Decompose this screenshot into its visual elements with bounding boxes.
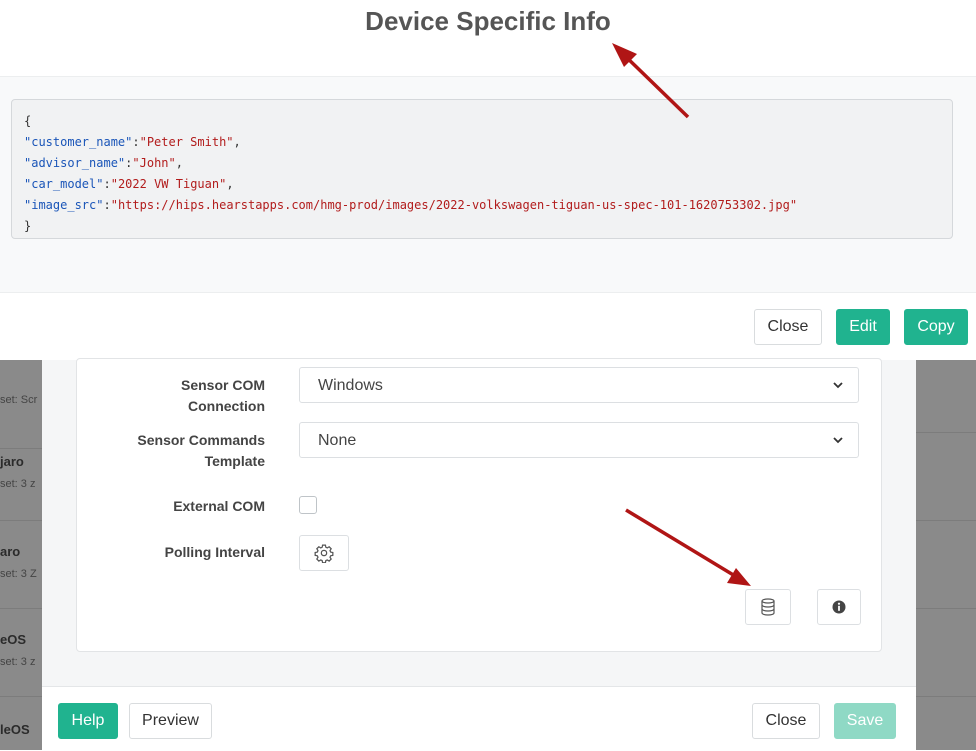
list-item-subtitle: set: 3 z — [0, 656, 36, 668]
json-key: "advisor_name" — [24, 156, 126, 170]
chevron-down-icon — [833, 437, 843, 444]
select-value: Windows — [318, 377, 383, 394]
label-line: Template — [204, 453, 265, 469]
list-item-subtitle: set: 3 z — [0, 478, 36, 490]
external-com-checkbox[interactable] — [299, 496, 317, 514]
modal-title: Device Specific Info — [365, 6, 611, 36]
polling-interval-label: Polling Interval — [164, 544, 265, 560]
divider — [916, 608, 976, 609]
select-value: None — [318, 432, 357, 449]
json-key: "customer_name" — [24, 135, 133, 149]
sensor-com-connection-label: Sensor COM Connection — [180, 377, 265, 414]
list-item[interactable]: jaro set: 3 z — [0, 432, 42, 521]
background-list: set: Scr jaro set: 3 z aro set: 3 Z eOS … — [0, 360, 42, 750]
gear-icon — [314, 544, 334, 563]
json-value: "https://hips.hearstapps.com/hmg-prod/im… — [110, 198, 798, 212]
json-value: "2022 VW Tiguan" — [110, 177, 227, 191]
modal-footer: Help Preview Close Save — [42, 686, 916, 751]
json-key: "image_src" — [24, 198, 104, 212]
json-section: { "customer_name":"Peter Smith", "adviso… — [0, 76, 976, 293]
divider — [916, 520, 976, 521]
external-com-label: External COM — [173, 498, 265, 514]
list-item[interactable]: aro set: 3 Z — [0, 520, 42, 609]
sensor-com-connection-select[interactable]: Windows — [299, 367, 859, 403]
json-value: "Peter Smith" — [139, 135, 234, 149]
copy-button[interactable]: Copy — [904, 309, 968, 345]
background-right — [916, 360, 976, 750]
sensor-commands-template-label: Sensor Commands Template — [115, 430, 265, 472]
divider — [916, 696, 976, 697]
help-button[interactable]: Help — [58, 703, 118, 739]
list-item-title: eOS — [0, 632, 27, 647]
database-icon — [761, 598, 775, 616]
json-code-block: { "customer_name":"Peter Smith", "adviso… — [11, 99, 953, 239]
list-item-subtitle: set: Scr — [0, 394, 38, 406]
close-button[interactable]: Close — [752, 703, 820, 739]
database-button[interactable] — [745, 589, 791, 625]
device-info-modal: Device Specific Info { "customer_name":"… — [0, 0, 976, 360]
preview-button[interactable]: Preview — [129, 703, 212, 739]
close-button[interactable]: Close — [754, 309, 822, 345]
list-item-title: leOS — [0, 722, 30, 737]
list-item-subtitle: set: 3 Z — [0, 568, 37, 580]
list-item[interactable]: leOS — [0, 696, 42, 750]
info-button[interactable] — [817, 589, 861, 625]
polling-interval-button[interactable] — [299, 535, 349, 571]
json-close-brace: } — [24, 219, 32, 233]
divider — [916, 432, 976, 433]
list-item-title: jaro — [0, 454, 24, 469]
info-icon — [832, 600, 846, 614]
form-card: Sensor COM Connection Windows Sensor Com… — [76, 358, 882, 652]
list-item-title: aro — [0, 544, 21, 559]
list-item[interactable]: eOS set: 3 z — [0, 608, 42, 697]
json-open-brace: { — [24, 114, 32, 128]
chevron-down-icon — [833, 382, 843, 389]
sensor-commands-template-select[interactable]: None — [299, 422, 859, 458]
json-key: "car_model" — [24, 177, 104, 191]
edit-button[interactable]: Edit — [836, 309, 890, 345]
label-line: Sensor Commands — [137, 432, 265, 448]
save-button[interactable]: Save — [834, 703, 896, 739]
sensor-settings-modal: Sensor COM Connection Windows Sensor Com… — [42, 358, 916, 751]
json-value: "John" — [132, 156, 176, 170]
